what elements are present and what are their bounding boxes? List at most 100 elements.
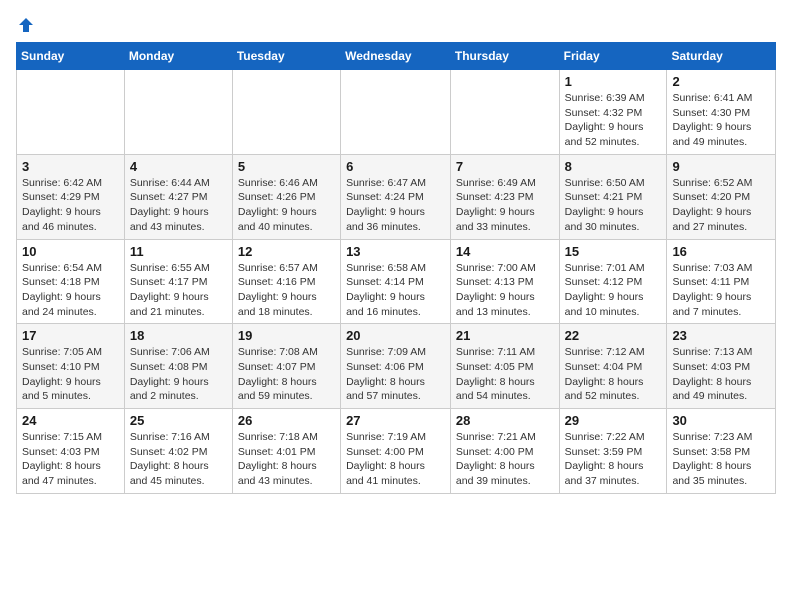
day-detail: Sunrise: 6:58 AM Sunset: 4:14 PM Dayligh…: [346, 261, 445, 320]
day-detail: Sunrise: 6:50 AM Sunset: 4:21 PM Dayligh…: [565, 176, 662, 235]
day-detail: Sunrise: 6:41 AM Sunset: 4:30 PM Dayligh…: [672, 91, 770, 150]
week-row: 3 Sunrise: 6:42 AM Sunset: 4:29 PM Daylig…: [17, 154, 776, 239]
calendar-cell: 29 Sunrise: 7:22 AM Sunset: 3:59 PM Dayli…: [559, 409, 667, 494]
day-number: 24: [22, 413, 119, 428]
day-number: 3: [22, 159, 119, 174]
day-number: 18: [130, 328, 227, 343]
calendar-cell: 21 Sunrise: 7:11 AM Sunset: 4:05 PM Dayli…: [450, 324, 559, 409]
day-detail: Sunrise: 7:22 AM Sunset: 3:59 PM Dayligh…: [565, 430, 662, 489]
calendar-cell: [450, 70, 559, 155]
day-number: 29: [565, 413, 662, 428]
week-row: 10 Sunrise: 6:54 AM Sunset: 4:18 PM Dayli…: [17, 239, 776, 324]
calendar-cell: 13 Sunrise: 6:58 AM Sunset: 4:14 PM Dayli…: [341, 239, 451, 324]
day-detail: Sunrise: 7:03 AM Sunset: 4:11 PM Dayligh…: [672, 261, 770, 320]
day-detail: Sunrise: 7:00 AM Sunset: 4:13 PM Dayligh…: [456, 261, 554, 320]
day-number: 21: [456, 328, 554, 343]
calendar-cell: 23 Sunrise: 7:13 AM Sunset: 4:03 PM Dayli…: [667, 324, 776, 409]
week-row: 1Sunrise: 6:39 AM Sunset: 4:32 PM Daylig…: [17, 70, 776, 155]
day-number: 7: [456, 159, 554, 174]
day-number: 12: [238, 244, 335, 259]
header-day: Monday: [124, 43, 232, 70]
header-row: SundayMondayTuesdayWednesdayThursdayFrid…: [17, 43, 776, 70]
calendar-cell: [124, 70, 232, 155]
day-number: 14: [456, 244, 554, 259]
day-number: 8: [565, 159, 662, 174]
calendar-cell: 22 Sunrise: 7:12 AM Sunset: 4:04 PM Dayli…: [559, 324, 667, 409]
calendar-cell: 25 Sunrise: 7:16 AM Sunset: 4:02 PM Dayli…: [124, 409, 232, 494]
calendar-cell: [17, 70, 125, 155]
day-detail: Sunrise: 6:57 AM Sunset: 4:16 PM Dayligh…: [238, 261, 335, 320]
calendar-cell: 17 Sunrise: 7:05 AM Sunset: 4:10 PM Dayli…: [17, 324, 125, 409]
header-day: Wednesday: [341, 43, 451, 70]
day-number: 16: [672, 244, 770, 259]
day-number: 4: [130, 159, 227, 174]
calendar-cell: 1Sunrise: 6:39 AM Sunset: 4:32 PM Daylig…: [559, 70, 667, 155]
day-number: 26: [238, 413, 335, 428]
day-number: 20: [346, 328, 445, 343]
day-detail: Sunrise: 7:18 AM Sunset: 4:01 PM Dayligh…: [238, 430, 335, 489]
calendar-cell: 4 Sunrise: 6:44 AM Sunset: 4:27 PM Daylig…: [124, 154, 232, 239]
day-number: 1: [565, 74, 662, 89]
day-detail: Sunrise: 6:44 AM Sunset: 4:27 PM Dayligh…: [130, 176, 227, 235]
day-detail: Sunrise: 7:21 AM Sunset: 4:00 PM Dayligh…: [456, 430, 554, 489]
calendar-cell: 14 Sunrise: 7:00 AM Sunset: 4:13 PM Dayli…: [450, 239, 559, 324]
calendar-cell: [341, 70, 451, 155]
calendar-cell: 18 Sunrise: 7:06 AM Sunset: 4:08 PM Dayli…: [124, 324, 232, 409]
day-detail: Sunrise: 7:19 AM Sunset: 4:00 PM Dayligh…: [346, 430, 445, 489]
day-detail: Sunrise: 7:12 AM Sunset: 4:04 PM Dayligh…: [565, 345, 662, 404]
calendar-cell: 9Sunrise: 6:52 AM Sunset: 4:20 PM Daylig…: [667, 154, 776, 239]
calendar-cell: 2 Sunrise: 6:41 AM Sunset: 4:30 PM Daylig…: [667, 70, 776, 155]
calendar-cell: 28 Sunrise: 7:21 AM Sunset: 4:00 PM Dayli…: [450, 409, 559, 494]
day-detail: Sunrise: 7:15 AM Sunset: 4:03 PM Dayligh…: [22, 430, 119, 489]
calendar-cell: 6 Sunrise: 6:47 AM Sunset: 4:24 PM Daylig…: [341, 154, 451, 239]
header-day: Thursday: [450, 43, 559, 70]
day-detail: Sunrise: 6:52 AM Sunset: 4:20 PM Dayligh…: [672, 176, 770, 235]
calendar-cell: 27 Sunrise: 7:19 AM Sunset: 4:00 PM Dayli…: [341, 409, 451, 494]
day-number: 10: [22, 244, 119, 259]
day-number: 13: [346, 244, 445, 259]
calendar-cell: 3 Sunrise: 6:42 AM Sunset: 4:29 PM Daylig…: [17, 154, 125, 239]
day-detail: Sunrise: 7:09 AM Sunset: 4:06 PM Dayligh…: [346, 345, 445, 404]
day-detail: Sunrise: 6:47 AM Sunset: 4:24 PM Dayligh…: [346, 176, 445, 235]
day-number: 23: [672, 328, 770, 343]
day-number: 25: [130, 413, 227, 428]
day-detail: Sunrise: 7:06 AM Sunset: 4:08 PM Dayligh…: [130, 345, 227, 404]
calendar-cell: [232, 70, 340, 155]
day-number: 15: [565, 244, 662, 259]
calendar-cell: 10 Sunrise: 6:54 AM Sunset: 4:18 PM Dayli…: [17, 239, 125, 324]
header: [16, 16, 776, 34]
day-number: 30: [672, 413, 770, 428]
day-detail: Sunrise: 6:54 AM Sunset: 4:18 PM Dayligh…: [22, 261, 119, 320]
calendar-cell: 16 Sunrise: 7:03 AM Sunset: 4:11 PM Dayli…: [667, 239, 776, 324]
calendar-cell: 5Sunrise: 6:46 AM Sunset: 4:26 PM Daylig…: [232, 154, 340, 239]
day-number: 11: [130, 244, 227, 259]
day-number: 6: [346, 159, 445, 174]
day-number: 27: [346, 413, 445, 428]
day-number: 5: [238, 159, 335, 174]
day-number: 17: [22, 328, 119, 343]
day-detail: Sunrise: 6:42 AM Sunset: 4:29 PM Dayligh…: [22, 176, 119, 235]
header-day: Saturday: [667, 43, 776, 70]
header-day: Tuesday: [232, 43, 340, 70]
calendar-cell: 11Sunrise: 6:55 AM Sunset: 4:17 PM Dayli…: [124, 239, 232, 324]
day-detail: Sunrise: 7:11 AM Sunset: 4:05 PM Dayligh…: [456, 345, 554, 404]
day-number: 28: [456, 413, 554, 428]
day-detail: Sunrise: 7:16 AM Sunset: 4:02 PM Dayligh…: [130, 430, 227, 489]
calendar-cell: 15 Sunrise: 7:01 AM Sunset: 4:12 PM Dayli…: [559, 239, 667, 324]
calendar-cell: 19Sunrise: 7:08 AM Sunset: 4:07 PM Dayli…: [232, 324, 340, 409]
header-day: Sunday: [17, 43, 125, 70]
day-detail: Sunrise: 7:23 AM Sunset: 3:58 PM Dayligh…: [672, 430, 770, 489]
day-number: 22: [565, 328, 662, 343]
calendar-cell: 8 Sunrise: 6:50 AM Sunset: 4:21 PM Daylig…: [559, 154, 667, 239]
logo-icon: [17, 16, 35, 34]
day-detail: Sunrise: 7:05 AM Sunset: 4:10 PM Dayligh…: [22, 345, 119, 404]
day-detail: Sunrise: 7:01 AM Sunset: 4:12 PM Dayligh…: [565, 261, 662, 320]
day-detail: Sunrise: 7:13 AM Sunset: 4:03 PM Dayligh…: [672, 345, 770, 404]
calendar-table: SundayMondayTuesdayWednesdayThursdayFrid…: [16, 42, 776, 494]
calendar-cell: 12 Sunrise: 6:57 AM Sunset: 4:16 PM Dayli…: [232, 239, 340, 324]
logo: [16, 16, 36, 34]
day-number: 2: [672, 74, 770, 89]
week-row: 17 Sunrise: 7:05 AM Sunset: 4:10 PM Dayli…: [17, 324, 776, 409]
calendar-cell: 24 Sunrise: 7:15 AM Sunset: 4:03 PM Dayli…: [17, 409, 125, 494]
day-number: 19: [238, 328, 335, 343]
